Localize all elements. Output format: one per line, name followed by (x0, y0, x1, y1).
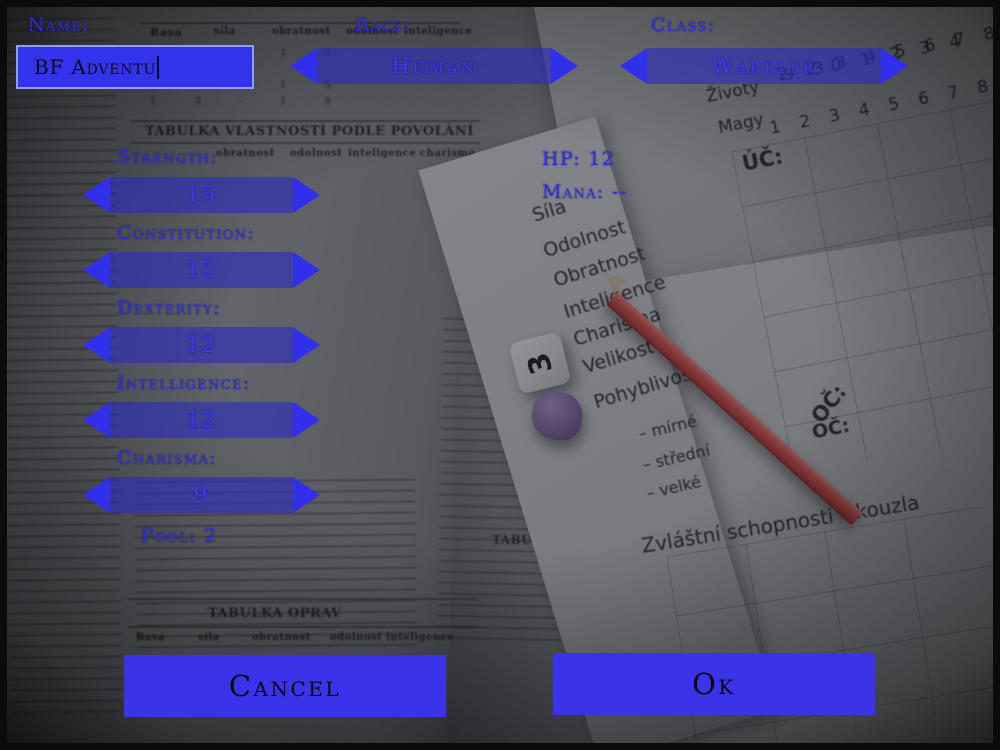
dexterity-decrease-arrow-icon[interactable] (83, 327, 110, 363)
constitution-decrease-arrow-icon[interactable] (83, 252, 110, 288)
ok-button[interactable]: Ok (553, 653, 875, 715)
intelligence-spinner[interactable]: 12 (83, 402, 320, 438)
strength-label: Strength: (117, 146, 218, 168)
race-next-arrow-icon[interactable] (551, 48, 578, 84)
race-label: Race: (355, 14, 412, 36)
dexterity-value: 12 (185, 332, 218, 358)
constitution-label: Constitution: (117, 222, 256, 244)
class-label: Class: (651, 14, 716, 36)
race-selector[interactable]: Human (290, 48, 578, 84)
constitution-increase-arrow-icon[interactable] (293, 252, 320, 288)
charisma-label: Charisma: (117, 447, 217, 469)
race-prev-arrow-icon[interactable] (290, 48, 317, 84)
constitution-value: 15 (185, 257, 218, 283)
class-prev-arrow-icon[interactable] (620, 48, 647, 84)
class-next-arrow-icon[interactable] (881, 48, 908, 84)
character-creation-screen: Rasa síla obratnost odolnost inteligence… (0, 0, 1000, 750)
dexterity-label: Dexterity: (117, 297, 221, 319)
race-value: Human (391, 54, 477, 78)
class-value-bar: Warrior (647, 48, 881, 84)
strength-value-bar: 15 (110, 177, 293, 213)
name-label: Name: (28, 14, 90, 36)
hp-readout: HP: 12 (542, 148, 616, 170)
cancel-button[interactable]: Cancel (124, 655, 446, 717)
charisma-value-bar: 9 (110, 477, 293, 513)
mana-readout: Mana: -- (542, 181, 628, 203)
text-caret (157, 55, 160, 79)
name-input[interactable]: BF Adventu (16, 45, 254, 89)
dexterity-value-bar: 12 (110, 327, 293, 363)
constitution-spinner[interactable]: 15 (83, 252, 320, 288)
intelligence-label: Intelligence: (117, 372, 251, 394)
name-input-value: BF Adventu (34, 55, 157, 79)
cancel-button-label: Cancel (228, 669, 342, 703)
dexterity-increase-arrow-icon[interactable] (293, 327, 320, 363)
ok-button-label: Ok (692, 667, 736, 701)
pool-label: Pool: 2 (141, 525, 218, 547)
charisma-decrease-arrow-icon[interactable] (83, 477, 110, 513)
intelligence-decrease-arrow-icon[interactable] (83, 402, 110, 438)
charisma-increase-arrow-icon[interactable] (293, 477, 320, 513)
intelligence-value-bar: 12 (110, 402, 293, 438)
strength-increase-arrow-icon[interactable] (293, 177, 320, 213)
strength-decrease-arrow-icon[interactable] (83, 177, 110, 213)
class-value: Warrior (711, 54, 817, 78)
charisma-value: 9 (193, 482, 210, 508)
race-value-bar: Human (317, 48, 551, 84)
dexterity-spinner[interactable]: 12 (83, 327, 320, 363)
class-selector[interactable]: Warrior (620, 48, 908, 84)
intelligence-increase-arrow-icon[interactable] (293, 402, 320, 438)
constitution-value-bar: 15 (110, 252, 293, 288)
strength-value: 15 (185, 182, 218, 208)
intelligence-value: 12 (185, 407, 218, 433)
strength-spinner[interactable]: 15 (83, 177, 320, 213)
charisma-spinner[interactable]: 9 (83, 477, 320, 513)
